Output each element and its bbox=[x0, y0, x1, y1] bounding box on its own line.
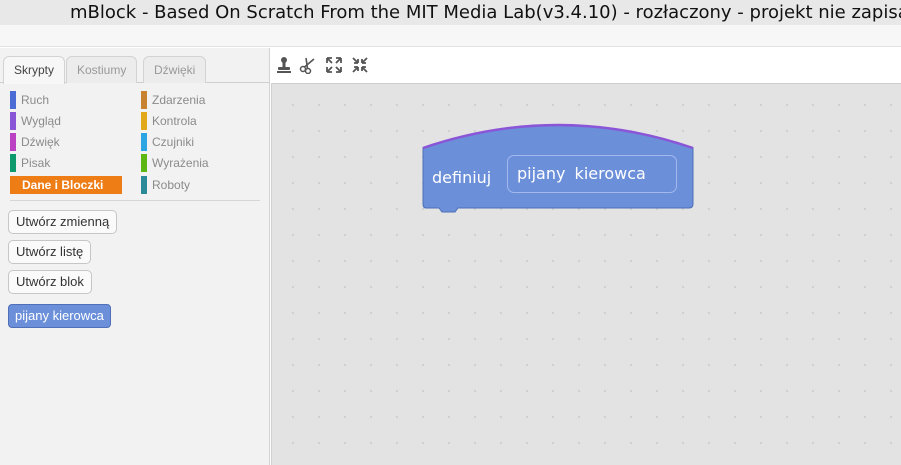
window-title: mBlock - Based On Scratch From the MIT M… bbox=[0, 0, 901, 25]
tab-costumes[interactable]: Kostiumy bbox=[66, 56, 138, 83]
script-area[interactable]: definiuj pijany kierowca bbox=[271, 83, 901, 465]
palette-custom-block[interactable]: pijany kierowca bbox=[8, 304, 111, 328]
category-sound[interactable]: Dźwięk bbox=[10, 133, 122, 151]
category-color-swatch bbox=[10, 112, 16, 130]
tab-bar: Skrypty Kostiumy Dźwięki bbox=[0, 48, 270, 84]
tab-sounds[interactable]: Dźwięki bbox=[143, 56, 207, 83]
category-label: Wygląd bbox=[21, 114, 61, 128]
make-list-button[interactable]: Utwórz listę bbox=[8, 240, 92, 264]
category-color-swatch bbox=[10, 154, 16, 172]
category-label: Kontrola bbox=[152, 114, 197, 128]
category-robots[interactable]: Roboty bbox=[141, 176, 253, 194]
category-color-swatch bbox=[10, 91, 16, 109]
grow-icon[interactable] bbox=[325, 56, 343, 74]
delete-scissors-icon[interactable] bbox=[299, 56, 317, 74]
category-label: Zdarzenia bbox=[152, 93, 206, 107]
block-prototype[interactable]: pijany kierowca bbox=[507, 155, 677, 193]
category-operators[interactable]: Wyrażenia bbox=[141, 154, 253, 172]
blocks-panel: Skrypty Kostiumy Dźwięki Ruch Wygląd Dźw… bbox=[0, 48, 270, 465]
category-label: Pisak bbox=[21, 156, 51, 170]
category-color-swatch bbox=[141, 176, 147, 194]
menu-bar bbox=[0, 25, 901, 47]
category-data-and-blocks[interactable]: Dane i Bloczki bbox=[10, 176, 122, 194]
duplicate-stamp-icon[interactable] bbox=[275, 56, 293, 74]
category-color-swatch bbox=[141, 112, 147, 130]
make-variable-button[interactable]: Utwórz zmienną bbox=[8, 210, 118, 234]
category-color-swatch bbox=[141, 91, 147, 109]
category-label: Roboty bbox=[152, 178, 191, 192]
category-label: Dźwięk bbox=[21, 135, 60, 149]
category-color-swatch bbox=[141, 133, 147, 151]
shrink-icon[interactable] bbox=[351, 56, 369, 74]
tab-scripts[interactable]: Skrypty bbox=[3, 56, 66, 84]
category-label: Czujniki bbox=[152, 135, 195, 149]
category-control[interactable]: Kontrola bbox=[141, 112, 253, 130]
palette-divider bbox=[10, 200, 260, 201]
category-motion[interactable]: Ruch bbox=[10, 91, 122, 109]
category-pen[interactable]: Pisak bbox=[10, 154, 122, 172]
category-label: Ruch bbox=[21, 93, 50, 107]
category-label: Wyrażenia bbox=[152, 156, 209, 170]
category-sensing[interactable]: Czujniki bbox=[141, 133, 253, 151]
category-looks[interactable]: Wygląd bbox=[10, 112, 122, 130]
category-color-swatch bbox=[141, 154, 147, 172]
category-events[interactable]: Zdarzenia bbox=[141, 91, 253, 109]
define-label: definiuj bbox=[432, 168, 492, 187]
category-label: Dane i Bloczki bbox=[22, 178, 104, 192]
category-list: Ruch Wygląd Dźwięk Pisak Dane i Bloczki … bbox=[0, 90, 270, 200]
define-block[interactable]: definiuj pijany kierowca bbox=[420, 118, 696, 214]
category-color-swatch bbox=[10, 133, 16, 151]
make-block-button[interactable]: Utwórz blok bbox=[8, 270, 92, 294]
